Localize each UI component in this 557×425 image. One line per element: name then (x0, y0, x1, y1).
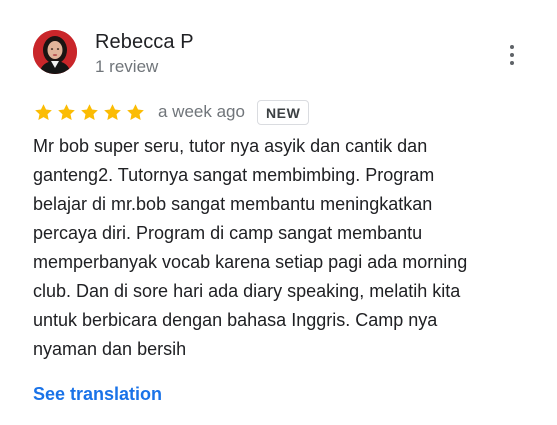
more-vert-icon (510, 45, 514, 65)
review-text-line: ganteng2. Tutornya sangat membimbing. Pr… (33, 165, 435, 185)
star-rating (33, 102, 146, 123)
see-translation-link[interactable]: See translation (33, 384, 162, 405)
avatar[interactable] (33, 30, 77, 74)
more-options-button[interactable] (500, 40, 524, 70)
review-text-line: club. Dan di sore hari ada diary speakin… (33, 281, 461, 301)
review-card: Rebecca P 1 review a week ago NEW Mr bob… (0, 0, 557, 425)
review-text: Mr bob super seru, tutor nya asyik dan c… (33, 132, 523, 364)
avatar-photo (33, 30, 77, 74)
review-text-line: belajar di mr.bob sangat membantu mening… (33, 194, 433, 214)
star-icon (104, 103, 121, 120)
review-text-line: untuk berbicara dengan bahasa Inggris. C… (33, 310, 438, 330)
star-icon (81, 103, 98, 120)
review-timestamp: a week ago (158, 102, 245, 121)
author-review-count[interactable]: 1 review (95, 57, 158, 77)
review-text-line: Mr bob super seru, tutor nya asyik dan c… (33, 136, 428, 156)
review-text-line: memperbanyak vocab karena setiap pagi ad… (33, 252, 468, 272)
review-text-line: percaya diri. Program di camp sangat mem… (33, 223, 423, 243)
new-badge: NEW (256, 99, 310, 125)
author-name[interactable]: Rebecca P (95, 31, 194, 54)
rating-row: a week ago NEW (33, 98, 310, 126)
review-text-line: nyaman dan bersih (33, 339, 187, 359)
star-icon (58, 103, 75, 120)
star-icon (127, 103, 144, 120)
star-icon (35, 103, 52, 120)
